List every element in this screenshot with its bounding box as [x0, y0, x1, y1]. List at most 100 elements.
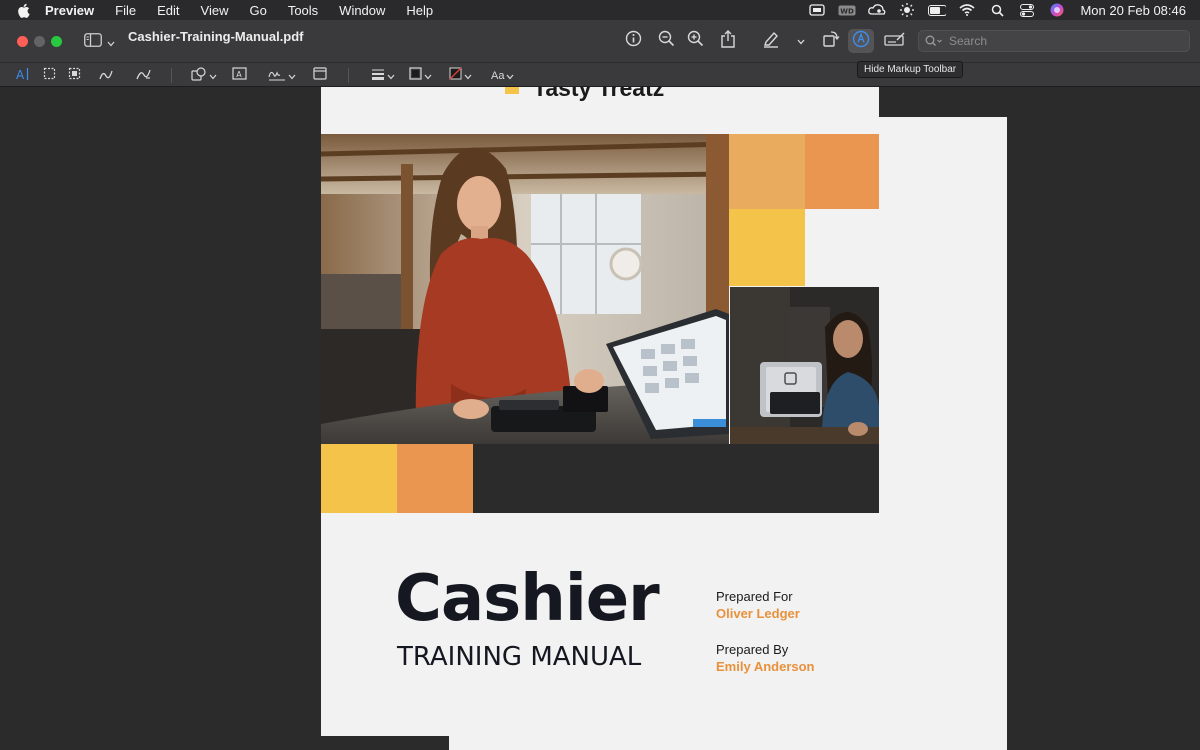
- brand-header: Tasty Treatz: [505, 87, 665, 101]
- note-tool[interactable]: [313, 67, 327, 85]
- line-style-icon: [371, 67, 385, 85]
- apple-menu-icon[interactable]: [15, 3, 31, 18]
- markup-toolbar-button[interactable]: [848, 29, 874, 53]
- markup-toolbar: A A Aa: [0, 62, 1200, 87]
- rectangular-selection-tool[interactable]: [43, 67, 56, 85]
- sketch-tool[interactable]: [99, 68, 115, 84]
- document-title-block: Cashier-Training-Manual.pdf Page 1 of 7: [128, 29, 1007, 750]
- text-style-tool[interactable]: Aa: [491, 68, 514, 84]
- draw-tool[interactable]: [136, 68, 152, 84]
- info-button[interactable]: [622, 30, 644, 52]
- shapes-icon: [191, 66, 207, 86]
- pdf-page[interactable]: Tasty Treatz Cashier TRAINING MANUAL Pre…: [321, 87, 879, 736]
- instant-alpha-tool[interactable]: [68, 67, 81, 84]
- fill-color-tool[interactable]: [449, 67, 472, 85]
- sidebar-toggle-button[interactable]: [84, 33, 115, 52]
- text-selection-icon: A: [16, 67, 30, 86]
- border-color-icon: [409, 67, 422, 85]
- menu-file[interactable]: File: [115, 3, 136, 18]
- minimize-window-button[interactable]: [34, 35, 45, 47]
- control-center-icon[interactable]: [1018, 3, 1036, 17]
- border-color-tool[interactable]: [409, 67, 432, 85]
- menubar-clock[interactable]: Mon 20 Feb 08:46: [1080, 3, 1186, 18]
- info-icon: [625, 30, 642, 52]
- fill-color-icon: [449, 67, 462, 85]
- brand-name: Tasty Treatz: [533, 87, 665, 101]
- sketch-icon: [99, 67, 115, 86]
- cover-subtitle: TRAINING MANUAL: [397, 642, 642, 672]
- toolbar-divider: [171, 68, 172, 83]
- spotlight-search-icon[interactable]: [988, 3, 1006, 17]
- close-window-button[interactable]: [17, 35, 28, 47]
- sign-tool[interactable]: [268, 68, 296, 84]
- rect-selection-icon: [43, 67, 56, 85]
- toolbar-divider: [348, 68, 349, 83]
- chevron-down-icon: [107, 34, 115, 52]
- form-filling-button[interactable]: [884, 30, 906, 52]
- display-mirror-icon[interactable]: [808, 3, 826, 17]
- prepared-by-name: Emily Anderson: [716, 659, 815, 674]
- shapes-tool[interactable]: [191, 66, 217, 86]
- chevron-down-icon: [797, 32, 805, 50]
- window-controls: [17, 35, 68, 47]
- zoom-out-icon: [658, 30, 675, 52]
- prepared-for-label: Prepared For: [716, 589, 793, 604]
- menu-view[interactable]: View: [201, 3, 229, 18]
- form-fill-icon: [884, 31, 906, 52]
- menu-tools[interactable]: Tools: [288, 3, 318, 18]
- prepared-by-label: Prepared By: [716, 642, 789, 657]
- color-block-white: [805, 209, 879, 286]
- svg-text:WD: WD: [841, 7, 855, 15]
- text-style-label: Aa: [491, 70, 505, 82]
- zoom-in-button[interactable]: [684, 30, 706, 52]
- cover-photo-barista: [730, 287, 879, 444]
- chevron-down-icon: [464, 67, 472, 85]
- rotate-button[interactable]: [820, 30, 842, 52]
- text-selection-tool[interactable]: A: [16, 67, 30, 86]
- color-block-dark: [473, 444, 879, 513]
- menu-edit[interactable]: Edit: [157, 3, 179, 18]
- siri-icon[interactable]: [1048, 3, 1066, 17]
- highlight-options-button[interactable]: [790, 30, 812, 52]
- menu-help[interactable]: Help: [406, 3, 433, 18]
- menu-preview[interactable]: Preview: [45, 3, 94, 18]
- document-name[interactable]: Cashier-Training-Manual.pdf: [128, 29, 304, 44]
- brightness-icon[interactable]: [898, 3, 916, 17]
- text-box-icon: A: [232, 67, 247, 85]
- window-toolbar: Cashier-Training-Manual.pdf Page 1 of 7 …: [0, 20, 1200, 750]
- signature-icon: [268, 67, 286, 86]
- wifi-icon[interactable]: [958, 3, 976, 17]
- menu-bar: Preview File Edit View Go Tools Window H…: [0, 0, 1200, 20]
- search-field[interactable]: Search: [918, 30, 1190, 52]
- note-icon: [313, 67, 327, 85]
- creative-cloud-icon[interactable]: [868, 3, 886, 17]
- markup-pen-icon: [852, 30, 870, 53]
- chevron-down-icon: [209, 67, 217, 85]
- zoom-window-button[interactable]: [51, 35, 62, 47]
- wd-drive-icon[interactable]: WD: [838, 3, 856, 17]
- prepared-for-name: Oliver Ledger: [716, 606, 800, 621]
- color-block-yellow: [729, 209, 805, 286]
- svg-text:A: A: [16, 68, 25, 81]
- menu-go[interactable]: Go: [249, 3, 266, 18]
- search-icon: [925, 35, 943, 47]
- text-box-tool[interactable]: A: [232, 67, 247, 85]
- brand-mark-square: [505, 87, 519, 94]
- highlight-button[interactable]: [760, 30, 782, 52]
- chevron-down-icon: [387, 67, 395, 85]
- zoom-out-button[interactable]: [655, 30, 677, 52]
- color-block-orange: [805, 134, 879, 209]
- color-block-orange-bottom: [397, 444, 473, 513]
- battery-icon[interactable]: [928, 3, 947, 17]
- share-button[interactable]: [717, 29, 739, 53]
- markup-toolbar-tooltip: Hide Markup Toolbar: [857, 61, 964, 78]
- rotate-icon: [822, 30, 840, 53]
- menu-window[interactable]: Window: [339, 3, 385, 18]
- draw-icon: [136, 67, 152, 86]
- chevron-down-icon: [506, 67, 514, 85]
- shape-style-tool[interactable]: [371, 68, 395, 84]
- search-placeholder: Search: [949, 34, 988, 48]
- color-block-tan: [729, 134, 805, 209]
- share-icon: [720, 29, 736, 53]
- cover-photo-cashier: [321, 134, 729, 444]
